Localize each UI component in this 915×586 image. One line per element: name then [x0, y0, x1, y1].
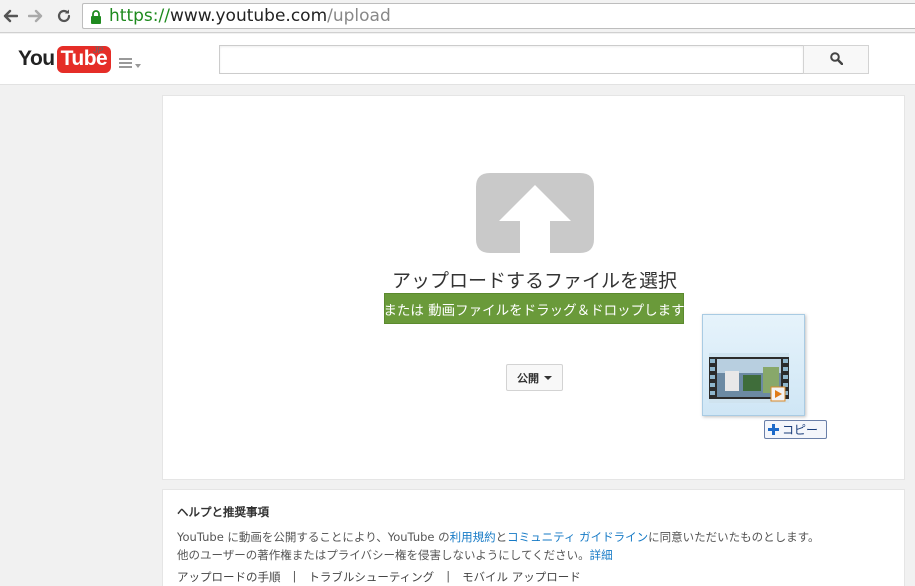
copy-tooltip-label: コピー [782, 423, 819, 437]
copyright-notice-text: 他のユーザーの著作権またはプライバシー権を侵害しないようにしてください。 [177, 548, 590, 562]
terms-notice: YouTube に動画を公開することにより、YouTube の利用規約とコミュニ… [177, 529, 819, 545]
guide-menu-button[interactable] [119, 53, 141, 72]
select-file-label[interactable]: アップロードするファイルを選択 [163, 266, 906, 293]
plus-icon [768, 424, 779, 435]
community-guidelines-link[interactable]: コミュニティ ガイドライン [507, 530, 648, 544]
search-button[interactable] [803, 45, 869, 74]
lock-icon [90, 9, 102, 28]
privacy-dropdown[interactable]: 公開 [506, 364, 563, 391]
drag-drop-banner: または 動画ファイルをドラッグ＆ドロップします [383, 293, 685, 324]
browser-toolbar: https://www.youtube.com/upload [0, 0, 915, 33]
help-title: ヘルプと推奨事項 [177, 505, 269, 519]
hamburger-icon [119, 53, 132, 72]
terms-and-text: と [495, 530, 508, 544]
back-arrow-icon[interactable] [0, 6, 20, 26]
reload-icon[interactable] [54, 6, 74, 26]
troubleshooting-link[interactable]: トラブルシューティング [308, 569, 434, 585]
mobile-upload-link[interactable]: モバイル アップロード [462, 569, 581, 585]
search-icon [829, 50, 843, 69]
logo-region-label: JP [93, 45, 104, 55]
masthead: You Tube JP [0, 34, 915, 85]
upload-arrow-icon[interactable] [476, 173, 594, 257]
terms-of-service-link[interactable]: 利用規約 [450, 530, 496, 544]
terms-notice-prefix: YouTube に動画を公開することにより、YouTube の [177, 530, 450, 544]
url-host: www.youtube.com [169, 6, 328, 26]
dragged-video-file-icon [702, 314, 805, 416]
url-text: https://www.youtube.com/upload [109, 6, 391, 26]
forward-arrow-icon[interactable] [26, 6, 46, 26]
link-separator: | [446, 569, 451, 583]
upload-instructions-link[interactable]: アップロードの手順 [177, 569, 281, 585]
chevron-down-icon [544, 375, 552, 380]
copy-drag-tooltip: コピー [764, 420, 827, 439]
privacy-label: 公開 [517, 371, 539, 385]
details-link[interactable]: 詳細 [590, 548, 613, 562]
chevron-down-icon [135, 53, 141, 72]
address-bar[interactable]: https://www.youtube.com/upload [82, 3, 915, 29]
help-links: アップロードの手順 | トラブルシューティング | モバイル アップロード [177, 569, 581, 585]
search-input[interactable] [219, 45, 804, 74]
copyright-notice: 他のユーザーの著作権またはプライバシー権を侵害しないようにしてください。詳細 [177, 547, 613, 563]
terms-notice-suffix: に同意いただいたものとします。 [648, 530, 820, 544]
logo-you-text: You [18, 47, 55, 70]
link-separator: | [292, 569, 297, 583]
url-path: /upload [327, 6, 391, 26]
url-scheme: https:// [109, 6, 170, 26]
help-panel: ヘルプと推奨事項 YouTube に動画を公開することにより、YouTube の… [162, 489, 905, 586]
